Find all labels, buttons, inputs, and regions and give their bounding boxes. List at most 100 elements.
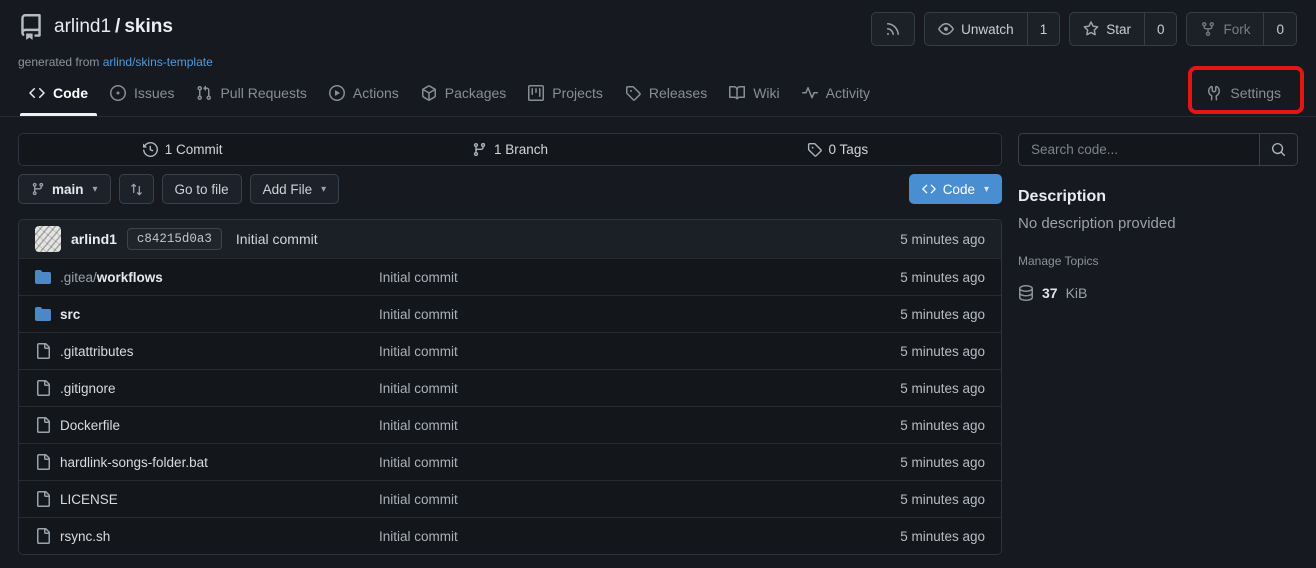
search-input[interactable] [1019, 134, 1259, 165]
tab-issues[interactable]: Issues [99, 70, 185, 116]
file-commit-message[interactable]: Initial commit [379, 381, 801, 396]
title-separator: / [115, 16, 120, 37]
star-label: Star [1106, 22, 1131, 37]
branches-stat[interactable]: 1 Branch [346, 134, 673, 165]
file-name-link[interactable]: .gitea/workflows [60, 270, 163, 285]
branch-icon [472, 142, 487, 157]
file-commit-time: 5 minutes ago [801, 492, 1001, 507]
fork-label: Fork [1223, 22, 1250, 37]
repo-main: 1 Commit 1 Branch 0 Tags main ▾ Go to fi… [18, 133, 1002, 555]
commits-stat[interactable]: 1 Commit [19, 134, 346, 165]
path-prefix[interactable]: .gitea/ [60, 270, 97, 285]
rss-button[interactable] [872, 13, 914, 45]
issue-icon [110, 85, 126, 101]
file-commit-message[interactable]: Initial commit [379, 529, 801, 544]
file-name-link[interactable]: Dockerfile [60, 418, 120, 433]
search-button[interactable] [1259, 134, 1297, 165]
file-name[interactable]: LICENSE [60, 492, 118, 507]
file-row: LICENSE Initial commit 5 minutes ago [19, 480, 1001, 517]
commit-time: 5 minutes ago [900, 232, 985, 247]
add-file-button[interactable]: Add File ▾ [250, 174, 340, 204]
file-name[interactable]: hardlink-songs-folder.bat [60, 455, 208, 470]
owner-link[interactable]: arlind1 [54, 16, 111, 37]
file-name[interactable]: Dockerfile [60, 418, 120, 433]
file-commit-message[interactable]: Initial commit [379, 344, 801, 359]
file-commit-message[interactable]: Initial commit [379, 492, 801, 507]
repo-link[interactable]: skins [124, 16, 173, 37]
tab-label: Actions [353, 85, 399, 101]
package-icon [421, 85, 437, 101]
history-icon [143, 142, 158, 157]
tags-stat[interactable]: 0 Tags [674, 134, 1001, 165]
template-link[interactable]: arlind/skins-template [103, 55, 213, 69]
file-name[interactable]: .gitattributes [60, 344, 134, 359]
compare-button[interactable] [119, 174, 154, 204]
file-name-link[interactable]: .gitattributes [60, 344, 134, 359]
actions-icon [329, 85, 345, 101]
file-name[interactable]: rsync.sh [60, 529, 110, 544]
branch-selector[interactable]: main ▾ [18, 174, 111, 204]
tab-label: Wiki [753, 85, 779, 101]
code-icon [922, 182, 936, 196]
rss-group [871, 12, 915, 46]
file-name-link[interactable]: .gitignore [60, 381, 116, 396]
repo-size-value: 37 [1042, 285, 1058, 301]
fork-button[interactable]: Fork [1187, 13, 1263, 45]
file-commit-time: 5 minutes ago [801, 529, 1001, 544]
tab-settings[interactable]: Settings [1195, 70, 1292, 116]
fork-icon [1200, 21, 1216, 37]
file-name[interactable]: workflows [97, 270, 163, 285]
file-commit-time: 5 minutes ago [801, 418, 1001, 433]
tab-packages[interactable]: Packages [410, 70, 517, 116]
tab-pull-requests[interactable]: Pull Requests [185, 70, 317, 116]
file-icon [35, 491, 51, 507]
folder-icon [35, 269, 51, 285]
commit-author-link[interactable]: arlind1 [71, 231, 117, 247]
star-button[interactable]: Star [1070, 13, 1144, 45]
chevron-down-icon: ▾ [321, 184, 326, 195]
code-download-button[interactable]: Code ▾ [909, 174, 1002, 204]
tab-wiki[interactable]: Wiki [718, 70, 790, 116]
database-icon [1018, 285, 1034, 301]
fork-count[interactable]: 0 [1263, 13, 1296, 45]
file-commit-time: 5 minutes ago [801, 455, 1001, 470]
file-commit-message[interactable]: Initial commit [379, 418, 801, 433]
tab-actions[interactable]: Actions [318, 70, 410, 116]
file-name-link[interactable]: src [60, 307, 80, 322]
file-name[interactable]: src [60, 307, 80, 322]
code-button-label: Code [943, 182, 975, 197]
file-row: rsync.sh Initial commit 5 minutes ago [19, 517, 1001, 554]
file-icon [35, 454, 51, 470]
commit-hash-link[interactable]: c84215d0a3 [127, 228, 222, 250]
avatar[interactable] [35, 226, 61, 252]
generated-from-label: generated from [18, 55, 99, 69]
file-row: .gitignore Initial commit 5 minutes ago [19, 369, 1001, 406]
tab-label: Releases [649, 85, 707, 101]
tag-icon [807, 142, 822, 157]
file-commit-message[interactable]: Initial commit [379, 307, 801, 322]
go-to-file-label: Go to file [175, 182, 229, 197]
tab-releases[interactable]: Releases [614, 70, 718, 116]
file-commit-message[interactable]: Initial commit [379, 270, 801, 285]
unwatch-button[interactable]: Unwatch [925, 13, 1027, 45]
file-commit-time: 5 minutes ago [801, 270, 1001, 285]
tab-code[interactable]: Code [18, 70, 99, 116]
watch-count[interactable]: 1 [1027, 13, 1060, 45]
file-name-link[interactable]: rsync.sh [60, 529, 110, 544]
file-name[interactable]: .gitignore [60, 381, 116, 396]
star-group: Star 0 [1069, 12, 1177, 46]
star-count[interactable]: 0 [1144, 13, 1177, 45]
file-row: .gitea/workflows Initial commit 5 minute… [19, 258, 1001, 295]
file-name-link[interactable]: hardlink-songs-folder.bat [60, 455, 208, 470]
eye-icon [938, 21, 954, 37]
commit-message-link[interactable]: Initial commit [236, 231, 318, 247]
manage-topics-link[interactable]: Manage Topics [1018, 254, 1099, 268]
go-to-file-button[interactable]: Go to file [162, 174, 242, 204]
tab-label: Activity [826, 85, 870, 101]
tab-projects[interactable]: Projects [517, 70, 614, 116]
file-name-link[interactable]: LICENSE [60, 492, 118, 507]
tab-activity[interactable]: Activity [791, 70, 881, 116]
tab-label: Pull Requests [220, 85, 306, 101]
folder-icon [35, 306, 51, 322]
file-commit-message[interactable]: Initial commit [379, 455, 801, 470]
